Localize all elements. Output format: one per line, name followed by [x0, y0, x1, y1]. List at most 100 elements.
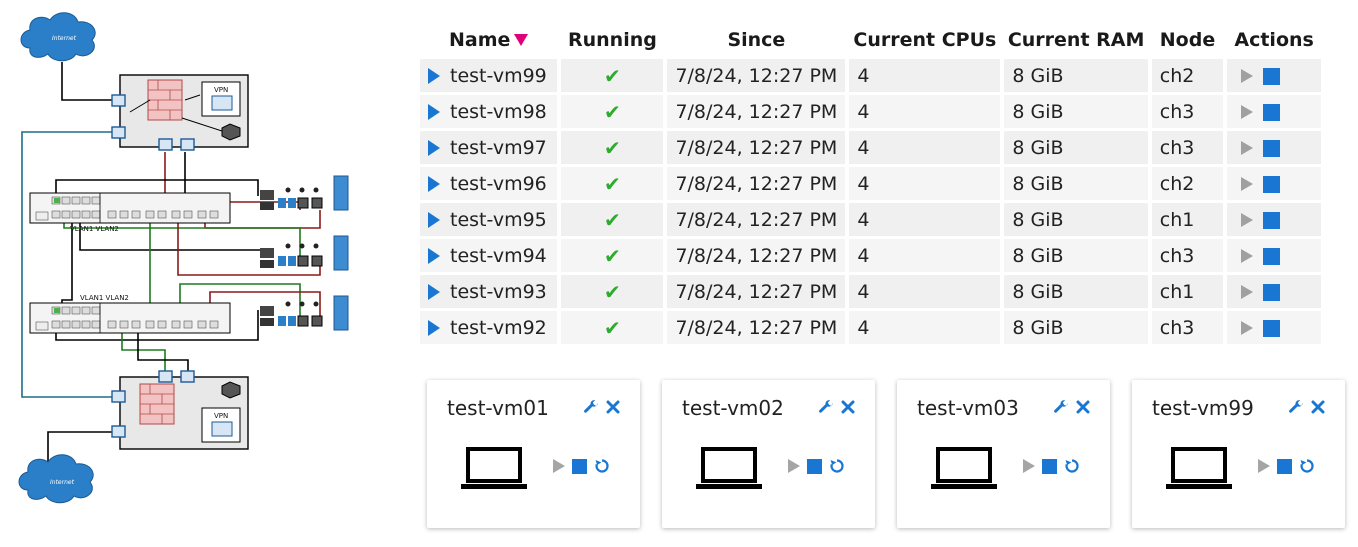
play-icon[interactable] [1258, 459, 1270, 473]
stop-icon[interactable] [807, 458, 822, 474]
vm-ram: 8 GiB [1004, 239, 1148, 272]
vpn-label-bottom: VPN [214, 412, 228, 420]
restart-icon[interactable] [1064, 458, 1080, 474]
check-icon: ✔ [604, 207, 621, 232]
wrench-icon[interactable] [1052, 398, 1070, 416]
column-header-node[interactable]: Node [1152, 23, 1223, 56]
vm-cpus: 4 [849, 95, 1001, 128]
check-icon: ✔ [604, 279, 621, 304]
stop-icon[interactable] [1263, 319, 1281, 337]
restart-icon[interactable] [1299, 458, 1315, 474]
play-icon[interactable] [788, 459, 800, 473]
laptop-icon[interactable] [1166, 446, 1232, 490]
column-header-ram[interactable]: Current RAM [1004, 23, 1147, 56]
link-teal-failover [21, 131, 118, 398]
vm-node: ch1 [1151, 275, 1224, 308]
stop-icon[interactable] [1263, 103, 1281, 121]
expand-triangle-icon[interactable] [428, 104, 440, 120]
vm-card-controls [1258, 458, 1315, 474]
stop-icon[interactable] [1277, 458, 1292, 474]
vm-table-container: Name Running Since Current CPUs Current … [420, 20, 1325, 347]
vm-ram: 8 GiB [1004, 95, 1148, 128]
network-diagram: Internet Internet VPN VPN VLAN1 VLAN2 VL… [18, 12, 349, 504]
vm-ram: 8 GiB [1004, 167, 1148, 200]
check-icon: ✔ [604, 243, 621, 268]
play-icon[interactable] [1241, 105, 1254, 119]
vm-ram: 8 GiB [1004, 131, 1148, 164]
expand-triangle-icon[interactable] [428, 284, 440, 300]
column-header-running[interactable]: Running [561, 23, 663, 56]
vpn-label-top: VPN [214, 86, 228, 94]
vm-ram: 8 GiB [1004, 203, 1148, 236]
play-icon[interactable] [1241, 69, 1254, 83]
table-row[interactable]: test-vm93 ✔ 7/8/24, 12:27 PM 4 8 GiB ch1 [420, 275, 1321, 308]
vm-card-grid: test-vm01 test-vm02 test-vm03 test-vm99 [427, 380, 1347, 528]
column-header-cpus[interactable]: Current CPUs [849, 23, 1000, 56]
switch-top: VLAN1 VLAN2 [29, 192, 231, 233]
stop-icon[interactable] [1263, 175, 1281, 193]
laptop-icon[interactable] [696, 446, 762, 490]
vm-card: test-vm03 [897, 380, 1110, 528]
wrench-icon[interactable] [582, 398, 600, 416]
restart-icon[interactable] [829, 458, 845, 474]
stop-icon[interactable] [1263, 139, 1281, 157]
stop-icon[interactable] [1263, 247, 1281, 265]
table-row[interactable]: test-vm95 ✔ 7/8/24, 12:27 PM 4 8 GiB ch1 [420, 203, 1321, 236]
table-row[interactable]: test-vm92 ✔ 7/8/24, 12:27 PM 4 8 GiB ch3 [420, 311, 1321, 344]
cloud-label-top: Internet [52, 35, 77, 42]
vm-card: test-vm99 [1132, 380, 1345, 528]
vm-actions [1227, 59, 1321, 92]
vm-actions [1227, 275, 1321, 308]
play-icon[interactable] [1241, 213, 1254, 227]
vm-ram: 8 GiB [1004, 275, 1148, 308]
wrench-icon[interactable] [817, 398, 835, 416]
table-row[interactable]: test-vm96 ✔ 7/8/24, 12:27 PM 4 8 GiB ch2 [420, 167, 1321, 200]
play-icon[interactable] [1023, 459, 1035, 473]
server-2 [260, 235, 349, 271]
table-row[interactable]: test-vm97 ✔ 7/8/24, 12:27 PM 4 8 GiB ch3 [420, 131, 1321, 164]
restart-icon[interactable] [594, 458, 610, 474]
stop-icon[interactable] [572, 458, 587, 474]
table-row[interactable]: test-vm98 ✔ 7/8/24, 12:27 PM 4 8 GiB ch3 [420, 95, 1321, 128]
vm-card: test-vm01 [427, 380, 640, 528]
vm-cpus: 4 [849, 275, 1001, 308]
expand-triangle-icon[interactable] [428, 68, 440, 84]
wrench-icon[interactable] [1287, 398, 1305, 416]
expand-triangle-icon[interactable] [428, 140, 440, 156]
expand-triangle-icon[interactable] [428, 212, 440, 228]
close-icon[interactable] [841, 400, 855, 414]
firewall-box-top: VPN [111, 74, 249, 151]
expand-triangle-icon[interactable] [428, 320, 440, 336]
vlan-label-top: VLAN1 VLAN2 [70, 225, 119, 233]
vm-actions [1227, 311, 1321, 344]
table-row[interactable]: test-vm99 ✔ 7/8/24, 12:27 PM 4 8 GiB ch2 [420, 59, 1321, 92]
vm-node: ch2 [1151, 59, 1224, 92]
expand-triangle-icon[interactable] [428, 176, 440, 192]
play-icon[interactable] [553, 459, 565, 473]
close-icon[interactable] [1076, 400, 1090, 414]
check-icon: ✔ [604, 315, 621, 340]
vm-since: 7/8/24, 12:27 PM [667, 131, 846, 164]
table-row[interactable]: test-vm94 ✔ 7/8/24, 12:27 PM 4 8 GiB ch3 [420, 239, 1321, 272]
play-icon[interactable] [1241, 285, 1254, 299]
play-icon[interactable] [1241, 177, 1254, 191]
link-internet-top [61, 62, 118, 101]
stop-icon[interactable] [1263, 283, 1281, 301]
play-icon[interactable] [1241, 249, 1254, 263]
close-icon[interactable] [1311, 400, 1325, 414]
vm-cpus: 4 [849, 311, 1001, 344]
laptop-icon[interactable] [461, 446, 527, 490]
column-header-name[interactable]: Name [420, 23, 557, 56]
stop-icon[interactable] [1263, 211, 1281, 229]
stop-icon[interactable] [1263, 67, 1281, 85]
close-icon[interactable] [606, 400, 620, 414]
column-header-since[interactable]: Since [667, 23, 845, 56]
expand-triangle-icon[interactable] [428, 248, 440, 264]
stop-icon[interactable] [1042, 458, 1057, 474]
check-icon: ✔ [604, 171, 621, 196]
play-icon[interactable] [1241, 141, 1254, 155]
vm-cpus: 4 [849, 239, 1001, 272]
laptop-icon[interactable] [931, 446, 997, 490]
play-icon[interactable] [1241, 321, 1254, 335]
vm-node: ch1 [1151, 203, 1224, 236]
